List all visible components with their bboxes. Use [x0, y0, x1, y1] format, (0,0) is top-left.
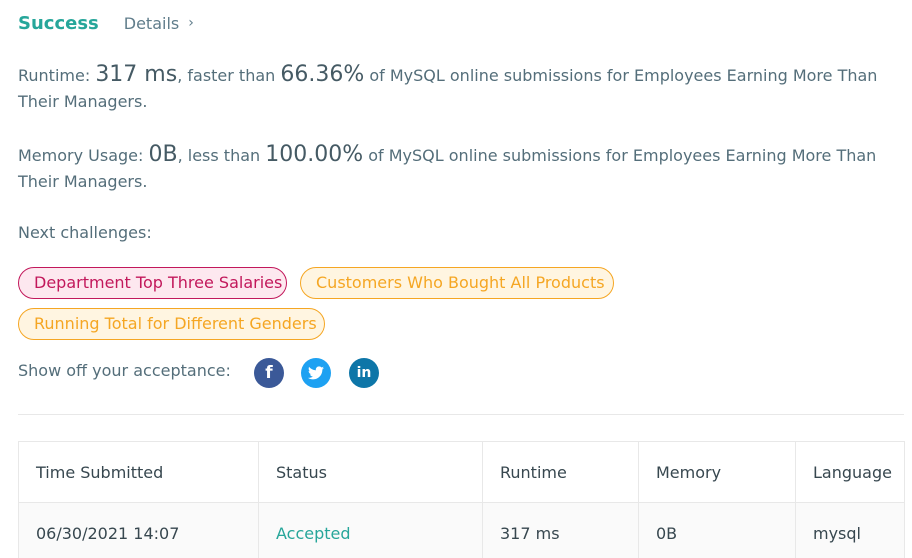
linkedin-glyph: in [356, 365, 372, 381]
column-header-memory: Memory [638, 441, 796, 503]
runtime-mid: , faster than [177, 66, 281, 85]
result-header: Success Details › [18, 10, 194, 36]
cell-status: Accepted [258, 502, 483, 558]
cell-runtime: 317 ms [482, 502, 639, 558]
memory-label: Memory Usage: [18, 146, 149, 165]
status-accepted-link[interactable]: Accepted [276, 524, 351, 543]
facebook-glyph: f [265, 363, 273, 383]
memory-value: 0B [148, 142, 178, 167]
share-label: Show off your acceptance: [18, 361, 231, 380]
column-header-time-submitted: Time Submitted [18, 441, 259, 503]
chevron-right-icon: › [188, 15, 194, 31]
memory-mid: , less than [177, 146, 266, 165]
submission-result-panel: Success Details › Runtime: 317 ms, faste… [0, 0, 912, 558]
linkedin-icon[interactable]: in [349, 358, 379, 388]
runtime-label: Runtime: [18, 66, 96, 85]
runtime-percent: 66.36% [280, 62, 365, 87]
memory-summary: Memory Usage: 0B, less than 100.00% of M… [18, 142, 898, 195]
cell-memory: 0B [638, 502, 796, 558]
column-header-runtime: Runtime [482, 441, 639, 503]
status-success-label: Success [18, 12, 99, 34]
section-divider [18, 414, 904, 415]
runtime-summary: Runtime: 317 ms, faster than 66.36% of M… [18, 62, 898, 115]
submissions-table: Time Submitted Status Runtime Memory Lan… [18, 441, 905, 558]
challenge-tag-running-total-for-different-genders[interactable]: Running Total for Different Genders [18, 308, 325, 340]
table-row: 06/30/2021 14:07 Accepted 317 ms 0B mysq… [18, 502, 905, 558]
table-header-row: Time Submitted Status Runtime Memory Lan… [18, 441, 905, 503]
next-challenges-label: Next challenges: [18, 223, 152, 242]
runtime-value: 317 ms [95, 62, 178, 87]
cell-language: mysql [795, 502, 905, 558]
details-label: Details [123, 13, 180, 33]
twitter-bird-shape [308, 366, 324, 380]
column-header-status: Status [258, 441, 483, 503]
cell-time-submitted: 06/30/2021 14:07 [18, 502, 259, 558]
facebook-icon[interactable]: f [254, 358, 284, 388]
column-header-language: Language [795, 441, 905, 503]
details-link[interactable]: Details › [124, 14, 194, 33]
memory-percent: 100.00% [265, 142, 364, 167]
twitter-icon[interactable] [301, 358, 331, 388]
challenge-tag-department-top-three-salaries[interactable]: Department Top Three Salaries [18, 267, 287, 299]
challenge-tag-customers-who-bought-all-products[interactable]: Customers Who Bought All Products [300, 267, 614, 299]
